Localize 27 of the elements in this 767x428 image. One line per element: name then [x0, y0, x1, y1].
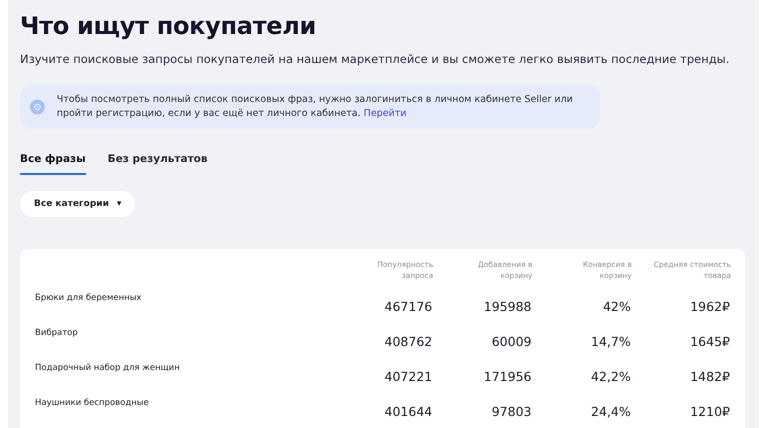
table-cell: 408762 [384, 334, 432, 349]
notice-text: Чтобы посмотреть полный список поисковых фраз, нужно залогиниться в личном кабинете Seller или пройти регистрацию, если у вас ещё нет личного кабинета. Перейти [56, 93, 574, 121]
page-title: Что ищут покупатели [20, 12, 318, 40]
table-cell: 60009 [492, 334, 532, 349]
table-cell: 1210₽ [690, 404, 730, 419]
go-link[interactable]: Перейти [364, 108, 406, 119]
search-phrase: Подарочный набор для женщин [35, 363, 180, 373]
search-phrase: Наушники беспроводные [35, 398, 149, 408]
page-subtitle: Изучите поисковые запросы покупателей на нашем маркетплейсе и вы сможете легко выявить последние тренды. [20, 52, 730, 66]
table-cell: 401644 [384, 404, 432, 419]
table-cell: 1482₽ [690, 369, 730, 384]
table-cell: 42,2% [591, 369, 631, 384]
search-phrase: Вибратор [35, 328, 78, 338]
table-cell: 171956 [484, 369, 532, 384]
table-cell: 24,4% [591, 404, 631, 419]
tab[interactable]: Без результатов [108, 153, 208, 175]
tab[interactable]: Все фразы [20, 153, 86, 175]
table-cell: 14,7% [591, 334, 631, 349]
search-phrase: Брюки для беременных [35, 293, 142, 303]
table-cell: 1645₽ [690, 334, 730, 349]
category-dropdown[interactable]: Все категории ▾ [20, 191, 136, 217]
table-cell: 407221 [384, 369, 432, 384]
table-cell: 1962₽ [690, 299, 730, 314]
table-cell: 467176 [384, 299, 432, 314]
table-cell: 195988 [484, 299, 532, 314]
table-cell: 42% [602, 299, 631, 314]
table-cell: 97803 [492, 404, 532, 419]
